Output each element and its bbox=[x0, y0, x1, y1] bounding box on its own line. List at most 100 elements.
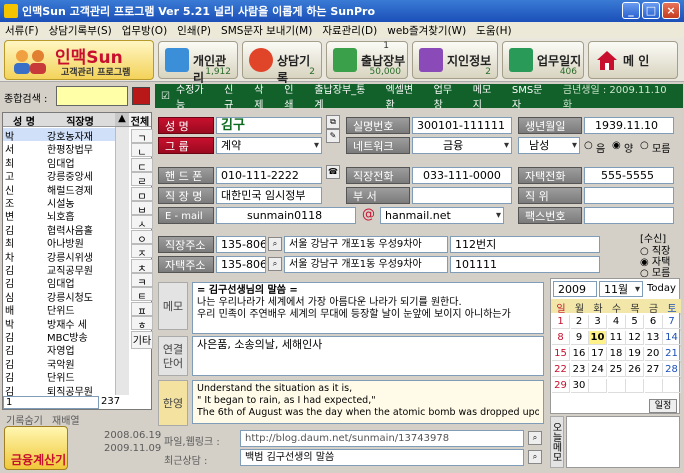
memo-field[interactable]: = 김구선생님의 말씀 = 나는 우리나라가 세계에서 가장 아름다운 나라가 … bbox=[192, 282, 544, 334]
id-field[interactable]: 300101-111111 bbox=[412, 117, 512, 134]
link-word-field[interactable]: 사은품, 소송의날, 세해인사 bbox=[192, 336, 544, 376]
fax-field[interactable] bbox=[584, 207, 674, 224]
ledger-stats-action[interactable]: 출납장부_통계 bbox=[308, 81, 379, 111]
index-tab[interactable]: 기타 bbox=[131, 330, 153, 349]
personal-manage-button[interactable]: 개인관리 1,912 bbox=[158, 41, 238, 85]
work-zip-search-icon[interactable]: ⌕ bbox=[268, 237, 282, 251]
list-item[interactable]: 배 단위드 bbox=[3, 302, 115, 317]
calendar-date-cell[interactable]: 22 bbox=[552, 363, 570, 377]
calendar-date-cell[interactable]: 15 bbox=[552, 347, 570, 361]
list-item[interactable]: 김 자영업 bbox=[3, 342, 115, 357]
calendar-date-cell[interactable]: 6 bbox=[644, 315, 663, 329]
list-item[interactable]: 서 한평장법무 bbox=[3, 141, 115, 156]
calendar-date-cell[interactable]: 7 bbox=[663, 315, 681, 329]
list-item[interactable]: 김 퇴직공무원 bbox=[3, 383, 115, 398]
memo-action[interactable]: 메모지 bbox=[467, 81, 506, 111]
col-job-header[interactable]: 직장명 bbox=[45, 113, 115, 128]
list-item[interactable]: 신 해럴드경제 bbox=[3, 182, 115, 197]
search-input[interactable] bbox=[56, 86, 128, 106]
index-tab[interactable]: ㄹ bbox=[131, 172, 153, 188]
name-edit-icon[interactable]: ✎ bbox=[326, 129, 340, 143]
calendar-year[interactable]: 2009 bbox=[553, 281, 597, 297]
home-address-detail[interactable]: 101111 bbox=[450, 256, 600, 273]
list-item[interactable]: 변 뇌호흡 bbox=[3, 208, 115, 223]
home-zip-field[interactable]: 135-806 bbox=[216, 256, 266, 273]
index-tab[interactable]: ㅌ bbox=[131, 287, 153, 303]
list-item[interactable]: 차 강릉시위생 bbox=[3, 249, 115, 264]
index-tab[interactable]: ㄱ bbox=[131, 129, 153, 145]
english-label[interactable]: 한영 bbox=[158, 380, 188, 426]
calendar-date-cell[interactable]: 26 bbox=[626, 363, 644, 377]
calendar-date-cell[interactable]: 8 bbox=[552, 331, 570, 345]
unknown-radio[interactable]: ○ bbox=[640, 140, 649, 151]
excel-action[interactable]: 엑셀변환 bbox=[379, 81, 427, 111]
recent-consult-go-icon[interactable]: ⌕ bbox=[528, 450, 542, 464]
solar-radio[interactable]: ◉ bbox=[612, 140, 621, 151]
calendar-date-cell[interactable]: 14 bbox=[663, 331, 681, 345]
dept-field[interactable] bbox=[412, 187, 512, 204]
calendar-date-cell[interactable]: 18 bbox=[607, 347, 626, 361]
list-scroll-up[interactable]: ▲ bbox=[115, 113, 129, 127]
today-memo-field[interactable] bbox=[566, 416, 680, 468]
col-name-header[interactable]: 성 명 bbox=[3, 113, 45, 128]
calendar-date-cell[interactable]: 21 bbox=[663, 347, 681, 361]
list-item[interactable]: 박 강호농자재 bbox=[3, 128, 115, 143]
birth-field[interactable]: 1939.11.10 bbox=[584, 117, 674, 134]
all-tab[interactable]: 전체 bbox=[129, 113, 151, 128]
phone-call-icon[interactable]: ☎ bbox=[326, 165, 340, 179]
edit-checkbox[interactable]: ☑ bbox=[155, 91, 170, 102]
list-scrollbar[interactable] bbox=[115, 127, 129, 395]
list-item[interactable]: 박 방재수 세 bbox=[3, 316, 115, 331]
home-phone-field[interactable]: 555-5555 bbox=[584, 167, 674, 184]
search-button[interactable] bbox=[132, 87, 150, 105]
menu-help[interactable]: 도움(H) bbox=[471, 23, 516, 38]
recv-unknown-radio[interactable]: ○ 모름 bbox=[640, 264, 670, 279]
today-button[interactable]: Today bbox=[647, 283, 676, 294]
calendar-date-cell[interactable]: 25 bbox=[607, 363, 626, 377]
list-item[interactable]: 김 국악원 bbox=[3, 356, 115, 371]
menu-work[interactable]: 업무방(O) bbox=[117, 23, 172, 38]
email-domain-select[interactable]: hanmail.net bbox=[380, 207, 504, 224]
sms-action[interactable]: SMS문자 bbox=[506, 81, 557, 111]
today-memo-tab[interactable]: 오늘메모 bbox=[550, 416, 564, 468]
menu-file[interactable]: 서류(F) bbox=[0, 23, 44, 38]
calendar-date-cell[interactable]: 9 bbox=[570, 331, 589, 345]
index-tab[interactable]: ㅋ bbox=[131, 273, 153, 289]
calendar-date-cell[interactable]: 3 bbox=[589, 315, 607, 329]
index-tab[interactable]: ㅅ bbox=[131, 215, 153, 231]
file-link-field[interactable]: http://blog.daum.net/sunmain/13743978 bbox=[240, 430, 524, 447]
new-action[interactable]: 신규 bbox=[218, 81, 248, 111]
consult-record-button[interactable]: 상담기록 2 bbox=[242, 41, 322, 85]
work-field[interactable]: 대한민국 임시정부 bbox=[216, 187, 322, 204]
index-tab[interactable]: ㅊ bbox=[131, 258, 153, 275]
delete-action[interactable]: 삭제 bbox=[248, 81, 278, 111]
minimize-button[interactable]: _ bbox=[622, 2, 640, 19]
menu-sms[interactable]: SMS문자 보내기(M) bbox=[216, 23, 317, 38]
calendar-date-cell[interactable]: 16 bbox=[570, 347, 589, 361]
calendar-month[interactable]: 11월 bbox=[599, 281, 643, 297]
work-diary-button[interactable]: 업무일지 406 bbox=[502, 41, 584, 79]
list-number-input[interactable]: 1 bbox=[3, 396, 99, 409]
calendar-date-cell[interactable]: 11 bbox=[607, 331, 626, 345]
calendar-date-cell[interactable]: 24 bbox=[589, 363, 607, 377]
list-item[interactable]: 최 임대업 bbox=[3, 155, 115, 170]
calendar-date-cell[interactable]: 19 bbox=[626, 347, 644, 361]
lunar-radio[interactable]: ○ bbox=[584, 140, 593, 151]
calendar-date-cell[interactable]: 27 bbox=[644, 363, 663, 377]
calendar-date-cell[interactable]: 5 bbox=[626, 315, 644, 329]
home-zip-search-icon[interactable]: ⌕ bbox=[268, 257, 282, 271]
calendar-date-cell[interactable] bbox=[663, 379, 681, 393]
network-select[interactable]: 금융 bbox=[412, 137, 512, 154]
calendar-date-cell[interactable]: 4 bbox=[607, 315, 626, 329]
calendar-date-cell[interactable] bbox=[607, 379, 626, 393]
rearrange-link[interactable]: 재배열 bbox=[52, 412, 80, 427]
list-item[interactable]: 김 임대업 bbox=[3, 275, 115, 290]
calendar-date-cell[interactable]: 17 bbox=[589, 347, 607, 361]
maximize-button[interactable]: □ bbox=[642, 2, 660, 19]
index-tab[interactable]: ㅇ bbox=[131, 229, 153, 246]
list-item[interactable]: 조 시설농 bbox=[3, 195, 115, 210]
gender-select[interactable]: 남성 bbox=[518, 137, 580, 154]
calendar-date-cell[interactable] bbox=[626, 379, 644, 393]
finance-calculator-button[interactable]: 금융계산기 bbox=[4, 426, 68, 470]
english-field[interactable]: Understand the situation as it is, " It … bbox=[192, 380, 544, 424]
